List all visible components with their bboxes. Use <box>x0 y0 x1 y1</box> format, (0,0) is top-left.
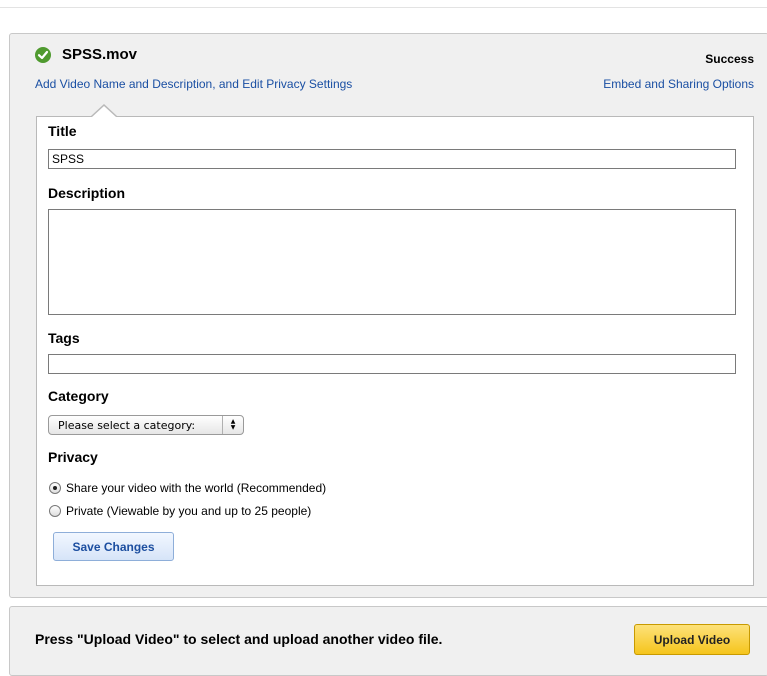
upload-another-prompt: Press "Upload Video" to select and uploa… <box>35 631 443 647</box>
top-divider <box>0 7 767 8</box>
privacy-label: Privacy <box>48 449 98 465</box>
radio-button-checked[interactable] <box>49 482 61 494</box>
category-select[interactable]: Please select a category: ▲ ▼ <box>48 415 244 435</box>
radio-button[interactable] <box>49 505 61 517</box>
select-arrows-icon: ▲ ▼ <box>222 416 243 434</box>
tab-pointer-fill <box>92 106 116 117</box>
upload-status: Success <box>705 52 754 66</box>
check-icon <box>35 46 51 63</box>
edit-details-link[interactable]: Add Video Name and Description, and Edit… <box>35 77 352 91</box>
upload-video-button[interactable]: Upload Video <box>634 624 750 655</box>
description-label: Description <box>48 185 126 201</box>
file-header: SPSS.mov <box>35 46 137 63</box>
privacy-option-label: Private (Viewable by you and up to 25 pe… <box>66 504 312 518</box>
file-name: SPSS.mov <box>62 46 138 63</box>
privacy-option-label: Share your video with the world (Recomme… <box>66 481 327 495</box>
title-label: Title <box>48 123 77 139</box>
embed-sharing-link[interactable]: Embed and Sharing Options <box>603 77 754 91</box>
privacy-option-public[interactable]: Share your video with the world (Recomme… <box>49 481 326 495</box>
title-input[interactable] <box>48 149 736 169</box>
category-label: Category <box>48 388 109 404</box>
tags-label: Tags <box>48 330 80 346</box>
privacy-option-private[interactable]: Private (Viewable by you and up to 25 pe… <box>49 504 311 518</box>
description-textarea[interactable] <box>48 209 736 315</box>
save-changes-button[interactable]: Save Changes <box>53 532 174 561</box>
tags-input[interactable] <box>48 354 736 374</box>
category-selected-value: Please select a category: <box>58 418 196 432</box>
